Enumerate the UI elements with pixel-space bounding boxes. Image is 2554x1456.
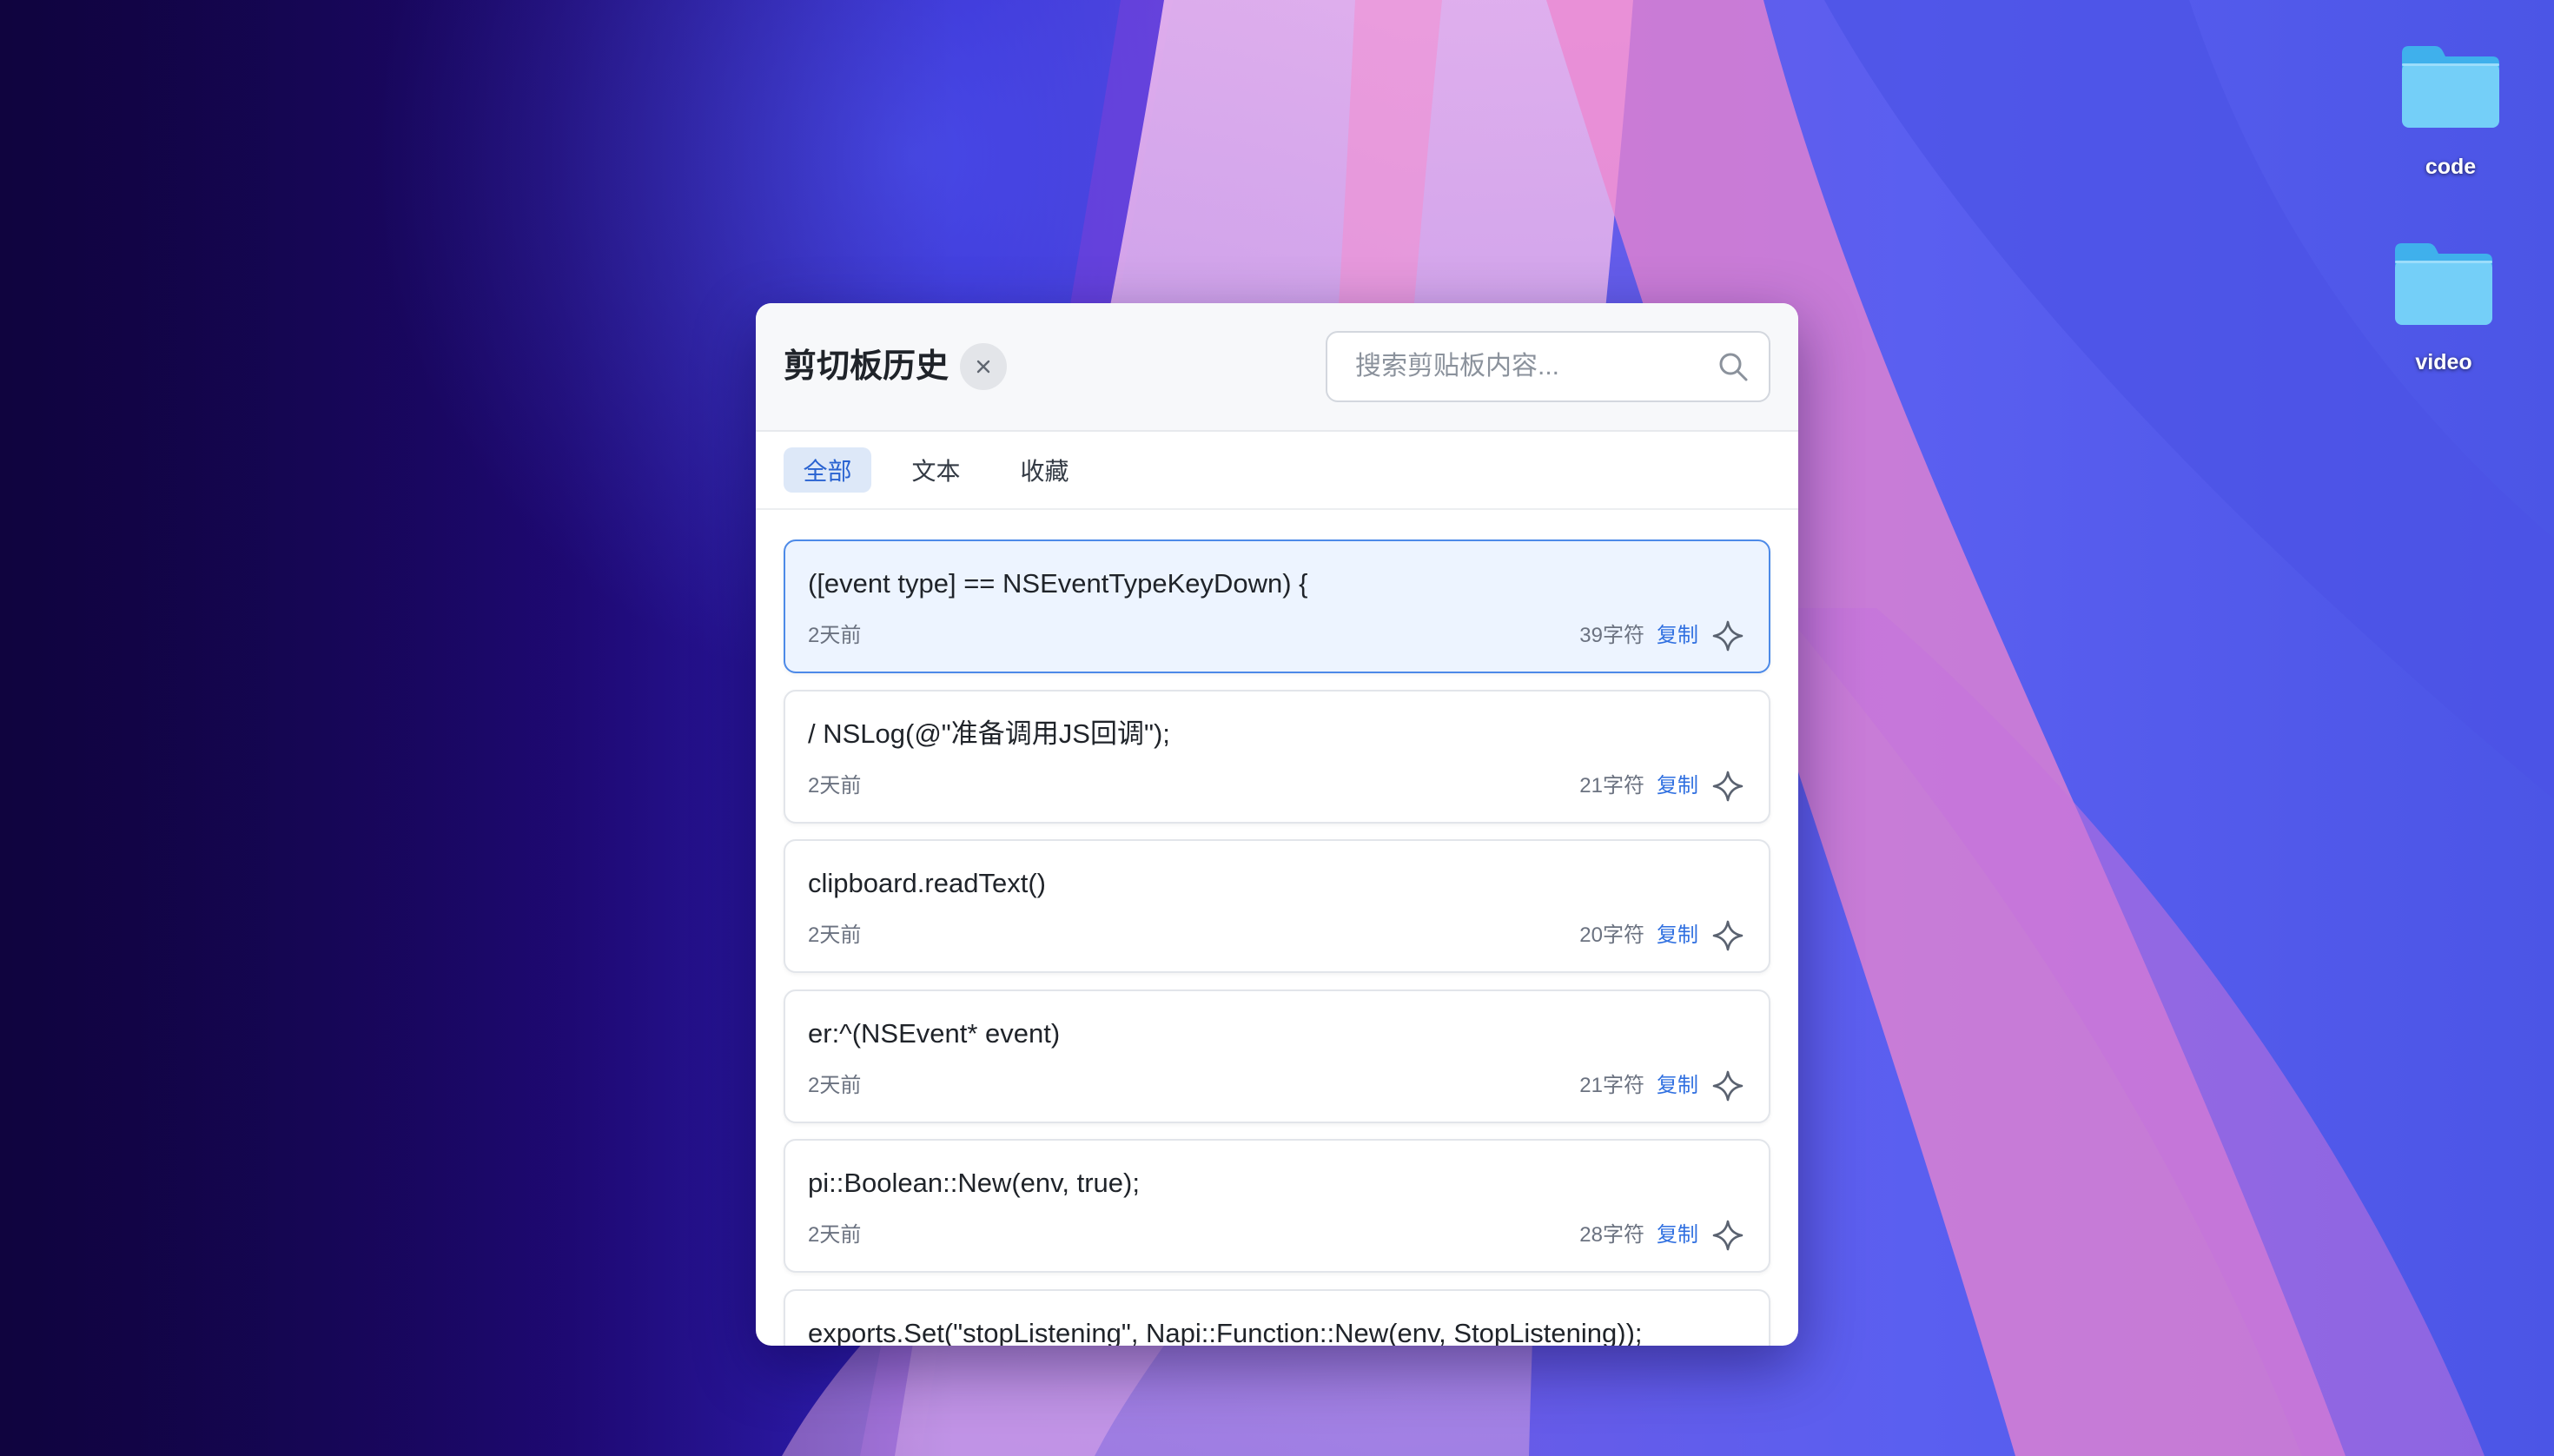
search-icon[interactable]	[1717, 350, 1750, 383]
item-text: pi::Boolean::New(env, true);	[808, 1168, 1140, 1198]
clipboard-item[interactable]: clipboard.readText() 2天前 20字符 复制	[784, 839, 1770, 973]
star-icon[interactable]	[1710, 1069, 1745, 1103]
clipboard-item[interactable]: er:^(NSEvent* event) 2天前 21字符 复制	[784, 989, 1770, 1123]
folder-icon	[2395, 243, 2492, 325]
item-time: 2天前	[808, 1073, 862, 1097]
star-icon[interactable]	[1710, 769, 1745, 804]
item-text: / NSLog(@"准备调用JS回调");	[808, 718, 1170, 749]
copy-button[interactable]: 复制	[1657, 1072, 1698, 1100]
clipboard-item[interactable]: pi::Boolean::New(env, true); 2天前 28字符 复制	[784, 1139, 1770, 1273]
star-icon[interactable]	[1710, 619, 1745, 653]
panel-header: 剪切板历史	[756, 303, 1798, 432]
item-time: 2天前	[808, 1223, 862, 1247]
desktop-folder-label: code	[2425, 155, 2477, 179]
item-text: exports.Set("stopListening", Napi::Funct…	[808, 1317, 1643, 1347]
item-char-count: 21字符	[1579, 1073, 1644, 1097]
item-actions: 28字符 复制	[1579, 1218, 1745, 1253]
copy-button[interactable]: 复制	[1657, 622, 1698, 650]
folder-icon	[2402, 46, 2499, 128]
clipboard-list[interactable]: ([event type] == NSEventTypeKeyDown) { 2…	[756, 510, 1798, 1346]
item-text: er:^(NSEvent* event)	[808, 1017, 1061, 1049]
clipboard-item[interactable]: ([event type] == NSEventTypeKeyDown) { 2…	[784, 539, 1770, 673]
desktop-folder-label: video	[2415, 350, 2472, 374]
tab-favorites[interactable]: 收藏	[1001, 447, 1088, 493]
desktop-folder-code[interactable]: code	[2381, 43, 2520, 179]
item-char-count: 20字符	[1579, 923, 1644, 947]
clipboard-item[interactable]: / NSLog(@"准备调用JS回调"); 2天前 21字符 复制	[784, 689, 1770, 824]
search-box[interactable]	[1326, 331, 1770, 402]
tab-text[interactable]: 文本	[892, 447, 980, 493]
star-icon[interactable]	[1710, 1218, 1745, 1253]
item-text: ([event type] == NSEventTypeKeyDown) {	[808, 568, 1308, 599]
close-button[interactable]	[960, 343, 1007, 390]
copy-button[interactable]: 复制	[1657, 922, 1698, 950]
item-char-count: 21字符	[1579, 773, 1644, 797]
item-actions: 20字符 复制	[1579, 918, 1745, 953]
clipboard-history-panel: 剪切板历史 全部 文本 收藏 ([event type] == NSEventT…	[756, 303, 1798, 1346]
item-time: 2天前	[808, 773, 862, 797]
filter-tabs: 全部 文本 收藏	[756, 432, 1798, 510]
item-char-count: 39字符	[1579, 624, 1644, 647]
close-icon	[976, 360, 990, 374]
search-input[interactable]	[1355, 333, 1703, 400]
item-char-count: 28字符	[1579, 1223, 1644, 1247]
tab-all[interactable]: 全部	[784, 447, 871, 493]
copy-button[interactable]: 复制	[1657, 772, 1698, 800]
item-text: clipboard.readText()	[808, 868, 1046, 898]
item-time: 2天前	[808, 624, 862, 647]
item-actions: 21字符 复制	[1579, 1069, 1745, 1103]
panel-title: 剪切板历史	[784, 348, 949, 385]
item-time: 2天前	[808, 923, 862, 947]
desktop-folder-video[interactable]: video	[2374, 240, 2513, 374]
star-icon[interactable]	[1710, 918, 1745, 953]
item-actions: 39字符 复制	[1579, 619, 1745, 653]
clipboard-item[interactable]: exports.Set("stopListening", Napi::Funct…	[784, 1288, 1770, 1347]
item-actions: 21字符 复制	[1579, 769, 1745, 804]
copy-button[interactable]: 复制	[1657, 1221, 1698, 1249]
